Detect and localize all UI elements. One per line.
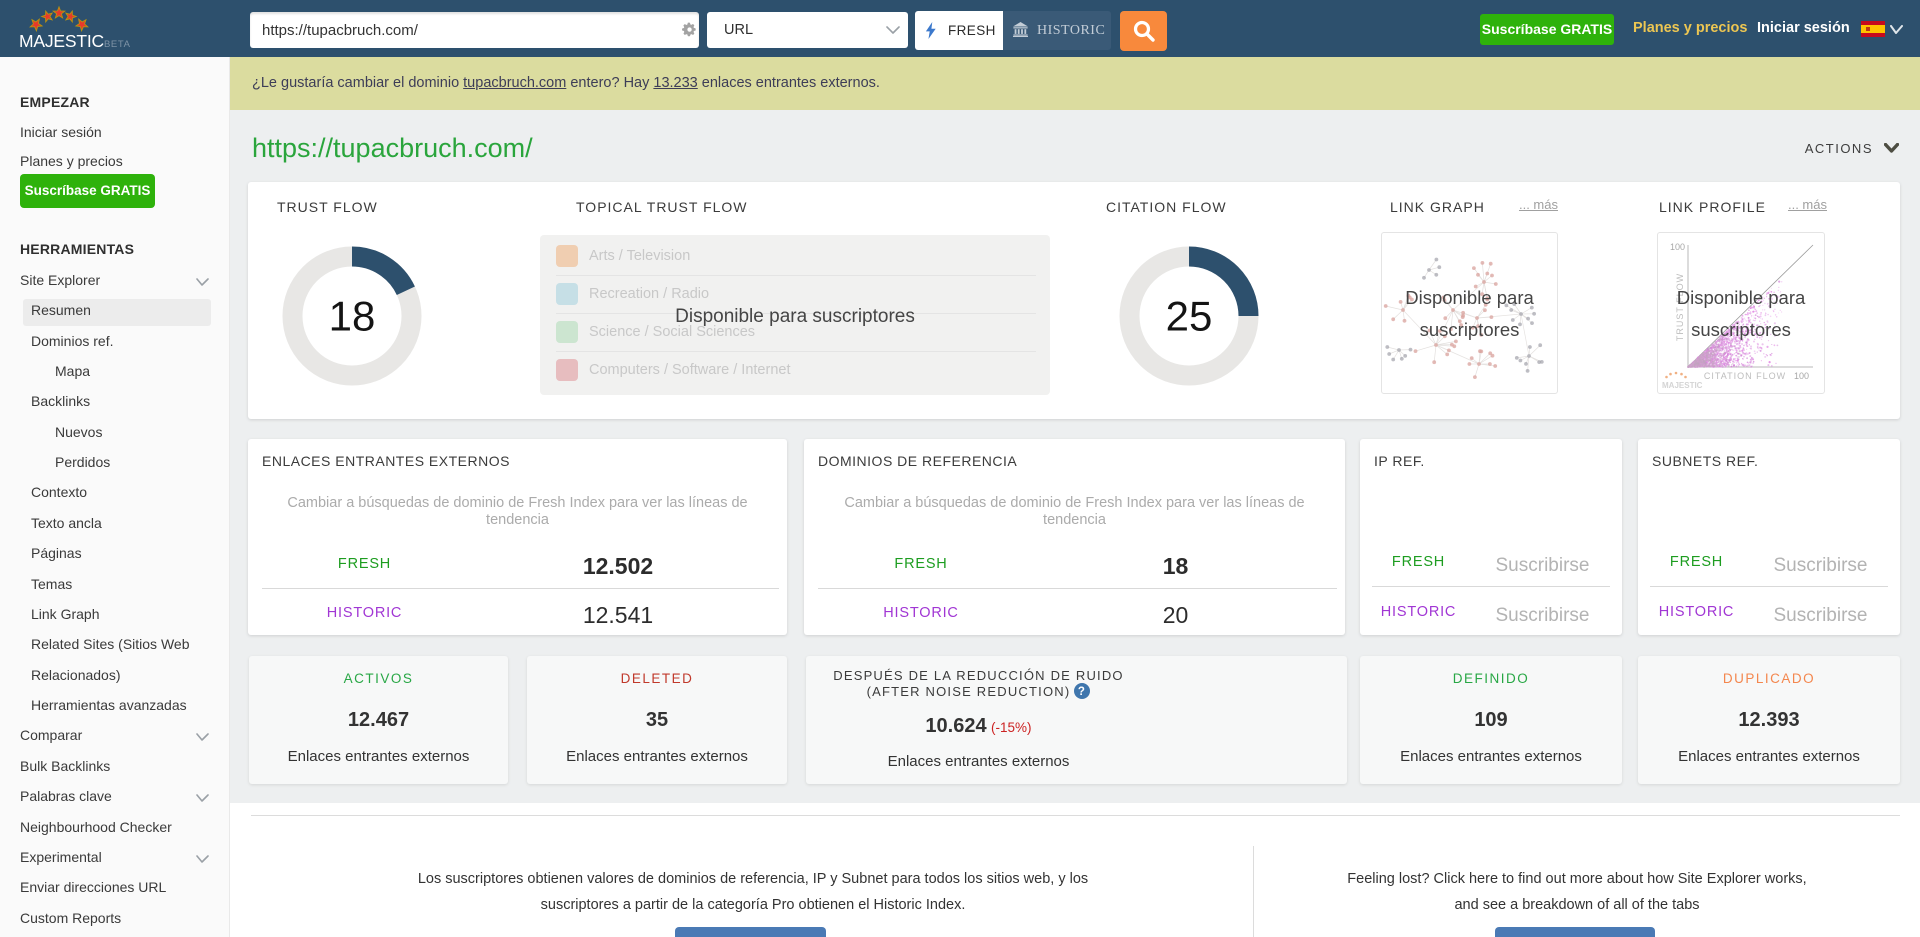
svg-text:25: 25 — [1166, 293, 1213, 340]
svg-text:CITATION FLOW: CITATION FLOW — [1704, 371, 1786, 381]
svg-text:?: ? — [1078, 686, 1086, 698]
svg-text:18: 18 — [329, 293, 376, 340]
svg-text:MAJESTIC: MAJESTIC — [19, 31, 104, 51]
svg-text:BETA: BETA — [104, 39, 131, 50]
svg-text:100: 100 — [1670, 242, 1685, 252]
svg-text:MAJESTIC: MAJESTIC — [1662, 381, 1703, 390]
svg-text:100: 100 — [1794, 371, 1809, 381]
